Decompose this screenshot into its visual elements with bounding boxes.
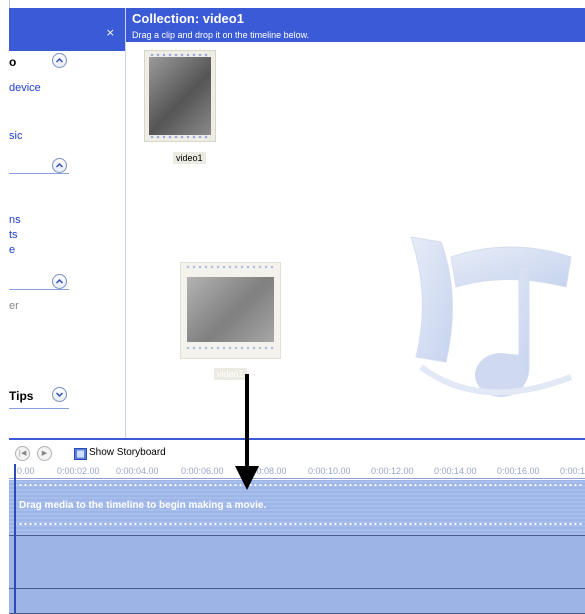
title-overlay-track[interactable]: [9, 589, 585, 614]
track-border-dots: [13, 523, 583, 525]
track-border-dots: [13, 484, 583, 486]
clip-preview-image: [149, 57, 211, 135]
section-title-tips[interactable]: Tips: [9, 389, 33, 403]
timeline-toolbar: |◀ ▶ Show Storyboard: [9, 444, 585, 462]
audio-track[interactable]: [9, 536, 585, 589]
film-perforation: [185, 346, 276, 350]
rewind-icon[interactable]: |◀: [15, 446, 30, 461]
ruler-tick: 0:00:06.00: [181, 466, 224, 476]
drag-media-message: Drag media to the timeline to begin maki…: [19, 500, 267, 511]
section-divider: [9, 173, 69, 174]
film-music-note-icon: [410, 236, 573, 397]
ruler-tick: 0:00:02.00: [57, 466, 100, 476]
chevron-down-icon[interactable]: [52, 387, 67, 402]
collection-subtitle: Drag a clip and drop it on the timeline …: [132, 30, 310, 40]
video-track[interactable]: Drag media to the timeline to begin maki…: [9, 480, 585, 536]
playhead[interactable]: [14, 464, 16, 613]
ruler-tick: 0:00:14.00: [434, 466, 477, 476]
collection-content-area: video1 video1: [126, 42, 585, 438]
link-transitions[interactable]: ns: [9, 214, 21, 226]
chevron-up-icon[interactable]: [52, 53, 67, 68]
ruler-tick: 0:00:10.00: [308, 466, 351, 476]
ruler-tick: 0:00:12.00: [371, 466, 414, 476]
show-storyboard-button[interactable]: Show Storyboard: [89, 447, 166, 458]
collection-title: Collection: video1: [132, 11, 244, 26]
task-pane-header: ×: [9, 8, 125, 51]
link-import-music[interactable]: sic: [9, 130, 22, 142]
clip-preview-image: [187, 277, 274, 342]
task-pane: × o device sic ns ts e er Tips: [9, 8, 126, 438]
movie-maker-window: × o device sic ns ts e er Tips Collectio…: [0, 0, 585, 614]
collection-header: Collection: video1 Drag a clip and drop …: [126, 8, 585, 42]
link-computer[interactable]: er: [9, 300, 19, 312]
play-icon[interactable]: ▶: [37, 446, 52, 461]
down-arrow-icon: [235, 374, 259, 490]
timeline-pane: |◀ ▶ Show Storyboard 0.00 0:00:02.00 0:0…: [9, 438, 585, 614]
section-title-capture[interactable]: o: [9, 55, 16, 69]
timeline-ruler: 0.00 0:00:02.00 0:00:04.00 0:00:06.00 0:…: [9, 466, 585, 479]
ruler-tick: 0:00:04.00: [116, 466, 159, 476]
video-clip-thumbnail[interactable]: [144, 50, 216, 142]
filmstrip-icon[interactable]: [74, 448, 87, 460]
chevron-up-icon[interactable]: [52, 158, 67, 173]
dragged-clip-thumbnail[interactable]: [180, 262, 281, 359]
link-from-device[interactable]: device: [9, 82, 41, 94]
close-icon[interactable]: ×: [106, 26, 115, 39]
ruler-tick: 0.00: [17, 466, 35, 476]
film-perforation: [149, 135, 211, 139]
link-effects[interactable]: ts: [9, 229, 18, 241]
link-title[interactable]: e: [9, 244, 15, 256]
chevron-up-icon[interactable]: [52, 274, 67, 289]
section-divider: [9, 408, 69, 409]
film-perforation: [185, 265, 276, 269]
ruler-tick: 0:00:1: [560, 466, 585, 476]
ruler-tick: 0:00:16.00: [497, 466, 540, 476]
clip-label[interactable]: video1: [173, 152, 206, 164]
section-divider: [9, 289, 69, 290]
